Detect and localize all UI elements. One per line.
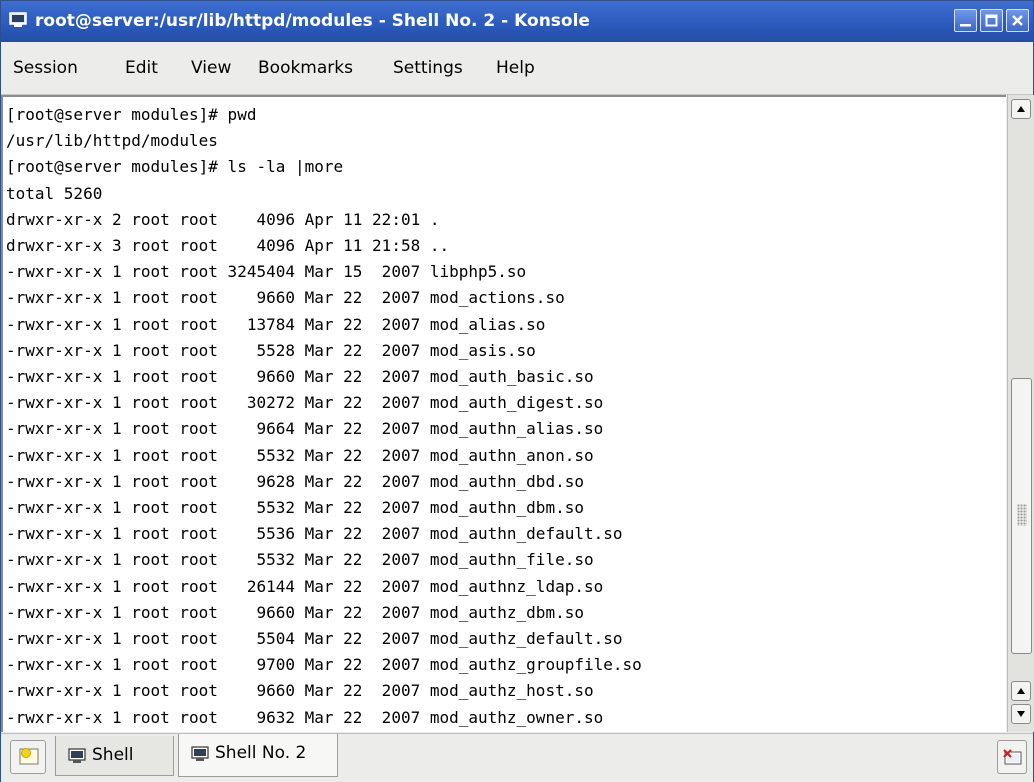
grip-icon <box>1017 504 1027 526</box>
terminal-line: -rwxr-xr-x 1 root root 9632 Mar 22 2007 … <box>6 707 604 727</box>
scroll-down-button[interactable] <box>1011 704 1031 724</box>
menu-bookmarks[interactable]: Bookmarks <box>258 58 353 78</box>
terminal-line: -rwxr-xr-x 1 root root 30272 Mar 22 2007… <box>6 393 604 413</box>
arrow-down-icon <box>1017 711 1025 717</box>
terminal-line: -rwxr-xr-x 1 root root 9660 Mar 22 2007 … <box>6 288 565 308</box>
scroll-up-button[interactable] <box>1011 99 1031 119</box>
maximize-button[interactable] <box>980 9 1003 32</box>
terminal-line: -rwxr-xr-x 1 root root 5532 Mar 22 2007 … <box>6 498 584 518</box>
terminal-output[interactable]: [root@server modules]# pwd/usr/lib/httpd… <box>1 95 1006 732</box>
arrow-up-icon <box>1017 106 1025 112</box>
terminal-line: [root@server modules]# ls -la |more <box>6 157 344 177</box>
new-session-icon <box>19 748 39 765</box>
menu-edit[interactable]: Edit <box>125 58 158 78</box>
minimize-icon <box>960 24 971 27</box>
tab-shell-no-2[interactable]: Shell No. 2 <box>178 734 338 777</box>
minimize-button[interactable] <box>954 9 977 32</box>
terminal-line: -rwxr-xr-x 1 root root 9660 Mar 22 2007 … <box>6 367 594 387</box>
tab-label: Shell No. 2 <box>215 743 307 763</box>
scroll-up-button-lower[interactable] <box>1011 681 1031 701</box>
terminal-line: -rwxr-xr-x 1 root root 5528 Mar 22 2007 … <box>6 340 536 360</box>
terminal-line: -rwxr-xr-x 1 root root 9660 Mar 22 2007 … <box>6 602 584 622</box>
session-tab-bar: Shell Shell No. 2 <box>1 733 1033 782</box>
terminal-icon <box>9 12 27 28</box>
arrow-up-icon <box>1017 688 1025 694</box>
terminal-line: -rwxr-xr-x 1 root root 26144 Mar 22 2007… <box>6 576 604 596</box>
maximize-icon <box>985 14 998 27</box>
window-title: root@server:/usr/lib/httpd/modules - She… <box>35 11 590 31</box>
close-session-button[interactable] <box>997 740 1027 774</box>
terminal-line: -rwxr-xr-x 1 root root 5536 Mar 22 2007 … <box>6 524 623 544</box>
terminal-line: -rwxr-xr-x 1 root root 5532 Mar 22 2007 … <box>6 445 594 465</box>
new-session-button[interactable] <box>10 740 46 774</box>
scrollbar-thumb[interactable] <box>1011 378 1032 654</box>
terminal-icon <box>191 746 209 761</box>
terminal-line: total 5260 <box>6 183 103 203</box>
menu-session[interactable]: Session <box>13 58 78 78</box>
konsole-window: root@server:/usr/lib/httpd/modules - She… <box>0 0 1034 782</box>
terminal-line: -rwxr-xr-x 1 root root 13784 Mar 22 2007… <box>6 314 546 334</box>
terminal-line: [root@server modules]# pwd <box>6 105 257 124</box>
tab-shell[interactable]: Shell <box>55 736 174 776</box>
terminal-line: -rwxr-xr-x 1 root root 9664 Mar 22 2007 … <box>6 419 604 439</box>
tab-label: Shell <box>92 745 134 765</box>
terminal-line: -rwxr-xr-x 1 root root 3245404 Mar 15 20… <box>6 262 527 282</box>
title-bar[interactable]: root@server:/usr/lib/httpd/modules - She… <box>1 1 1033 42</box>
terminal-line: -rwxr-xr-x 1 root root 5532 Mar 22 2007 … <box>6 550 594 570</box>
terminal-line: /usr/lib/httpd/modules <box>6 131 218 151</box>
terminal-icon <box>68 748 86 763</box>
terminal-line: -rwxr-xr-x 1 root root 9660 Mar 22 2007 … <box>6 681 594 701</box>
terminal-line: -rwxr-xr-x 1 root root 9628 Mar 22 2007 … <box>6 471 584 491</box>
close-session-icon <box>1003 749 1022 765</box>
vertical-scrollbar[interactable] <box>1007 95 1034 732</box>
terminal-line: drwxr-xr-x 3 root root 4096 Apr 11 21:58… <box>6 236 450 256</box>
terminal-line: -rwxr-xr-x 1 root root 5504 Mar 22 2007 … <box>6 629 623 649</box>
close-button[interactable] <box>1006 9 1029 32</box>
menu-help[interactable]: Help <box>496 58 535 78</box>
menu-view[interactable]: View <box>191 58 231 78</box>
menu-settings[interactable]: Settings <box>393 58 463 78</box>
terminal-text: [root@server modules]# pwd/usr/lib/httpd… <box>6 102 642 731</box>
terminal-line: drwxr-xr-x 2 root root 4096 Apr 11 22:01… <box>6 209 440 229</box>
terminal-line: -rwxr-xr-x 1 root root 9700 Mar 22 2007 … <box>6 655 642 675</box>
close-icon <box>1012 15 1023 26</box>
menu-bar: Session Edit View Bookmarks Settings Hel… <box>1 42 1033 95</box>
